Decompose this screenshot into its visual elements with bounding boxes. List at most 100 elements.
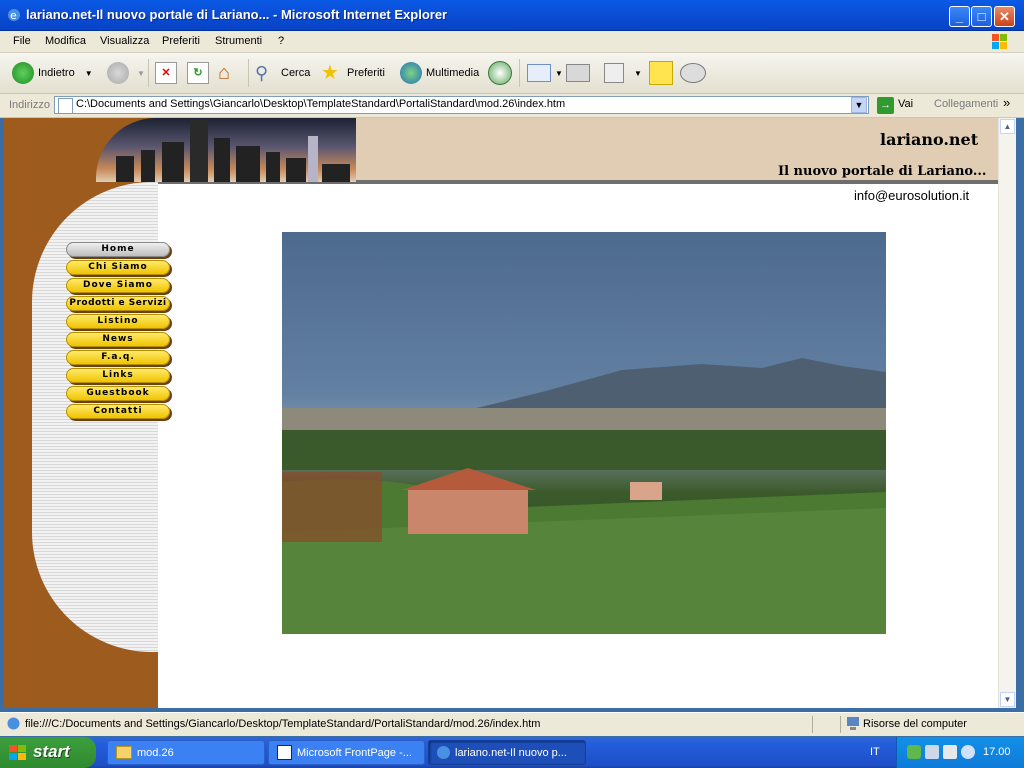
menu-tools[interactable]: Strumenti — [215, 35, 262, 47]
note-icon — [649, 61, 673, 85]
menu-favorites[interactable]: Preferiti — [162, 35, 200, 47]
task-ie-active[interactable]: lariano.net-Il nuovo p... — [428, 740, 586, 765]
toolbar: Indietro ▼ ▼ ✕ ↻ ⌂ ⚲ Cerca ★ Preferiti M… — [0, 53, 1024, 94]
search-button[interactable]: ⚲ Cerca — [255, 60, 310, 86]
chevron-down-icon[interactable]: ▼ — [555, 69, 563, 78]
task-label: Microsoft FrontPage -... — [297, 746, 412, 759]
chevron-right-icon[interactable]: » — [1003, 95, 1010, 110]
address-dropdown-icon[interactable]: ▼ — [851, 97, 867, 113]
ie-icon: e — [8, 9, 20, 22]
menu-file[interactable]: File — [13, 35, 31, 47]
edit-icon — [604, 63, 624, 83]
title-bar[interactable]: e lariano.net-Il nuovo portale di Larian… — [0, 0, 1024, 31]
status-bar: file:///C:/Documents and Settings/Gianca… — [0, 712, 1024, 736]
status-text: file:///C:/Documents and Settings/Gianca… — [25, 718, 541, 730]
scroll-down-arrow-icon[interactable]: ▼ — [1000, 692, 1015, 707]
favorites-label: Preferiti — [347, 67, 385, 79]
page-icon — [58, 98, 73, 114]
refresh-button[interactable]: ↻ — [187, 60, 209, 86]
clock[interactable]: 17.00 — [983, 746, 1011, 758]
vertical-scrollbar[interactable]: ▲ ▼ — [998, 118, 1016, 708]
home-button[interactable]: ⌂ — [218, 60, 240, 86]
nav-contatti[interactable]: Contatti — [66, 404, 170, 419]
forward-button[interactable]: ▼ — [107, 60, 145, 86]
stop-icon: ✕ — [155, 62, 177, 84]
edit-button[interactable]: ▼ — [604, 60, 642, 86]
language-indicator[interactable]: IT — [870, 746, 880, 758]
messenger-button[interactable] — [680, 60, 706, 86]
tray-icon-1[interactable] — [907, 745, 921, 759]
close-button[interactable]: ✕ — [994, 6, 1015, 27]
address-bar: Indirizzo C:\Documents and Settings\Gian… — [0, 94, 1024, 118]
nav-prodotti-servizi[interactable]: Prodotti e Servizi — [66, 296, 170, 311]
svg-text:e: e — [10, 9, 17, 22]
nav-listino[interactable]: Listino — [66, 314, 170, 329]
menu-bar: File Modifica Visualizza Preferiti Strum… — [0, 31, 1024, 53]
city-skyline-image — [96, 118, 356, 182]
printer-icon — [566, 64, 590, 82]
folder-icon — [116, 746, 132, 759]
menu-edit[interactable]: Modifica — [45, 35, 86, 47]
task-frontpage[interactable]: Microsoft FrontPage -... — [268, 740, 425, 765]
discuss-button[interactable] — [649, 60, 673, 86]
scroll-up-arrow-icon[interactable]: ▲ — [1000, 119, 1015, 134]
chevron-down-icon[interactable]: ▼ — [634, 69, 642, 78]
tray-icon-4[interactable] — [961, 745, 975, 759]
nav-chi-siamo[interactable]: Chi Siamo — [66, 260, 170, 275]
computer-zone-icon — [847, 717, 859, 730]
start-button[interactable]: start — [0, 737, 96, 768]
tray-icon-3[interactable] — [943, 745, 957, 759]
history-button[interactable] — [488, 60, 512, 86]
mail-icon — [527, 64, 551, 82]
ie-icon — [437, 746, 450, 759]
stop-button[interactable]: ✕ — [155, 60, 177, 86]
frontpage-icon — [277, 745, 292, 760]
nav-home[interactable]: Home — [66, 242, 170, 257]
mail-button[interactable]: ▼ — [527, 60, 563, 86]
page-status-icon — [7, 717, 20, 730]
chevron-down-icon[interactable]: ▼ — [85, 69, 93, 78]
menu-view[interactable]: Visualizza — [100, 35, 149, 47]
tray-icon-2[interactable] — [925, 745, 939, 759]
windows-flag-icon — [9, 745, 26, 760]
windows-logo-icon — [992, 34, 1007, 49]
task-mod26[interactable]: mod.26 — [107, 740, 265, 765]
back-button[interactable]: Indietro ▼ — [12, 60, 93, 86]
address-value[interactable]: C:\Documents and Settings\Giancarlo\Desk… — [76, 98, 565, 110]
maximize-button[interactable]: □ — [971, 6, 992, 27]
address-label: Indirizzo — [9, 99, 50, 111]
nav-dove-siamo[interactable]: Dove Siamo — [66, 278, 170, 293]
links-label[interactable]: Collegamenti — [934, 98, 998, 110]
search-label: Cerca — [281, 67, 311, 79]
search-icon: ⚲ — [255, 63, 269, 83]
media-globe-icon — [400, 62, 422, 84]
contact-email-link[interactable]: info@eurosolution.it — [854, 188, 969, 203]
go-arrow-icon[interactable]: → — [877, 97, 894, 114]
history-clock-icon — [488, 61, 512, 85]
forward-arrow-icon — [107, 62, 129, 84]
home-icon: ⌂ — [218, 62, 231, 84]
chevron-down-icon[interactable]: ▼ — [137, 69, 145, 78]
menu-help[interactable]: ? — [278, 35, 284, 47]
landscape-photo — [282, 232, 886, 634]
media-label: Multimedia — [426, 67, 480, 79]
page-content: lariano.net Il nuovo portale di Lariano.… — [4, 118, 998, 708]
messenger-icon — [680, 63, 706, 83]
star-icon: ★ — [321, 62, 339, 84]
task-label: lariano.net-Il nuovo p... — [455, 746, 567, 759]
favorites-button[interactable]: ★ Preferiti — [321, 60, 385, 86]
print-button[interactable] — [566, 60, 590, 86]
security-zone-text: Risorse del computer — [863, 718, 967, 730]
site-title: lariano.net — [880, 130, 979, 149]
site-subtitle: Il nuovo portale di Lariano... — [778, 164, 987, 179]
back-label: Indietro — [38, 67, 75, 79]
refresh-icon: ↻ — [187, 62, 209, 84]
media-button[interactable]: Multimedia — [400, 60, 479, 86]
nav-news[interactable]: News — [66, 332, 170, 347]
taskbar: start mod.26 Microsoft FrontPage -... la… — [0, 737, 1024, 768]
nav-faq[interactable]: F.a.q. — [66, 350, 170, 365]
nav-links[interactable]: Links — [66, 368, 170, 383]
nav-guestbook[interactable]: Guestbook — [66, 386, 170, 401]
go-button[interactable]: Vai — [898, 98, 913, 110]
minimize-button[interactable]: _ — [949, 6, 970, 27]
